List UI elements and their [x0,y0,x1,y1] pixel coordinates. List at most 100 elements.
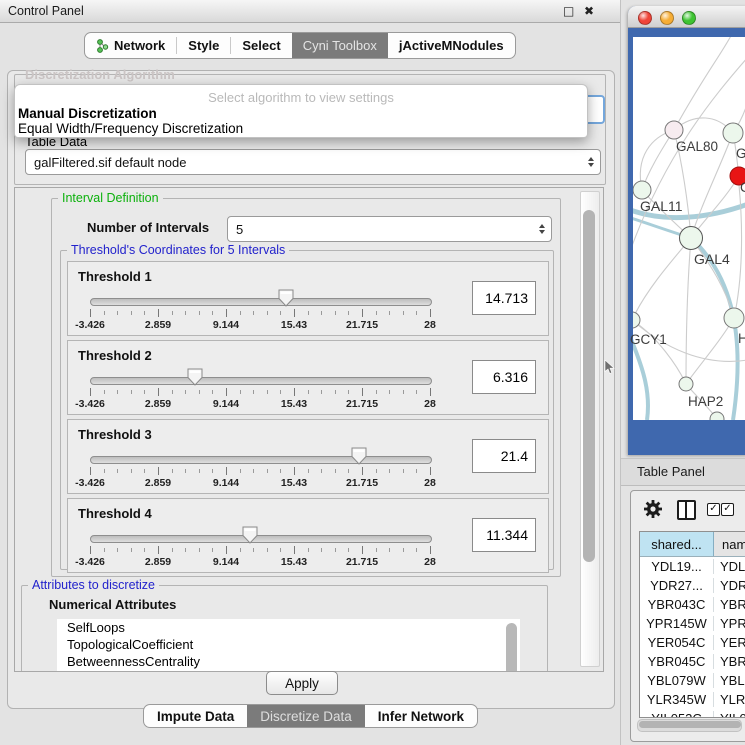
cell-shared-name[interactable]: YER054C [640,635,714,650]
table-row[interactable]: YBL079W YBL0 [640,671,745,690]
checkbox-checked-icon[interactable]: ✓ [721,503,734,516]
settings-scrollbar-track[interactable] [580,191,600,667]
threshold-value-field[interactable] [472,281,536,315]
node-label-gal11[interactable]: GAL11 [640,198,683,214]
table-row[interactable]: YLR345W YLR3 [640,690,745,709]
attribute-items: SelfLoopsTopologicalCoefficientBetweenne… [57,619,520,670]
column-header-shared-name[interactable]: shared... [640,532,714,556]
tab-style[interactable]: Style [177,33,230,58]
table-panel-window: ✓ ✓ shared... name YDL19... YDL1 YDR27..… [630,490,745,742]
table-row[interactable]: YER054C YER0 [640,633,745,652]
slider-ticks [90,546,430,555]
cell-shared-name[interactable]: YPR145W [640,616,714,631]
checkbox-checked-icon[interactable]: ✓ [707,503,720,516]
combo-stepper-icon[interactable] [533,224,551,234]
table-body: YDL19... YDL1 YDR27... YDR2 YBR043C YBR0… [640,557,745,718]
close-icon[interactable]: ✖ [584,4,594,18]
cell-shared-name[interactable]: YIL052C [640,711,714,718]
node-label-partial-h[interactable]: H [738,331,745,346]
tab-discretize-data[interactable]: Discretize Data [247,705,365,727]
panel-splitter[interactable] [620,0,621,745]
cell-shared-name[interactable]: YLR345W [640,692,714,707]
slider-track[interactable] [90,377,432,385]
slider-thumb-icon[interactable] [242,526,258,544]
cell-shared-name[interactable]: YBL079W [640,673,714,688]
tab-infer-network-label: Infer Network [378,709,464,724]
slider-thumb-icon[interactable] [351,447,367,465]
close-light-icon[interactable] [638,11,652,25]
cell-name[interactable]: YPR1 [714,616,745,631]
zoom-light-icon[interactable] [682,11,696,25]
threshold-slider[interactable]: -3.4262.8599.14415.4321.71528 [90,450,430,490]
node-attribute-table[interactable]: shared... name YDL19... YDL1 YDR27... YD… [639,531,745,718]
apply-button[interactable]: Apply [266,671,338,695]
slider-thumb-icon[interactable] [187,368,203,386]
cell-name[interactable]: YDL1 [714,559,745,574]
cell-name[interactable]: YBL0 [714,673,745,688]
algorithm-option-equal-width[interactable]: Equal Width/Frequency Discretization [18,121,243,136]
column-header-name[interactable]: name [714,532,745,556]
tab-cyni-toolbox[interactable]: Cyni Toolbox [292,33,388,58]
slider-track[interactable] [90,535,432,543]
cell-shared-name[interactable]: YBR043C [640,597,714,612]
algorithm-option-manual[interactable]: Manual Discretization [18,106,157,121]
cell-name[interactable]: YIL0 [714,711,745,718]
table-row[interactable]: YIL052C YIL0 [640,709,745,718]
threshold-value-field[interactable] [472,360,536,394]
threshold-value-field[interactable] [472,439,536,473]
numerical-attributes-list[interactable]: SelfLoopsTopologicalCoefficientBetweenne… [57,619,520,672]
cell-shared-name[interactable]: YDR27... [640,578,714,593]
node-label-partial-c[interactable]: C [740,180,745,195]
table-data-combobox[interactable]: galFiltered.sif default node [25,149,601,175]
cell-name[interactable]: YER0 [714,635,745,650]
node-label-partial-g[interactable]: G [736,146,745,161]
node-label-gal4[interactable]: GAL4 [694,251,730,267]
table-hscrollbar-thumb[interactable] [639,721,741,728]
table-hscrollbar-track[interactable] [637,719,742,732]
table-row[interactable]: YDR27... YDR2 [640,576,745,595]
tab-network[interactable]: Network [85,33,176,58]
table-row[interactable]: YDL19... YDL1 [640,557,745,576]
table-row[interactable]: YPR145W YPR1 [640,614,745,633]
threshold-value-field[interactable] [472,518,536,552]
minimize-light-icon[interactable] [660,11,674,25]
slider-track[interactable] [90,456,432,464]
network-canvas[interactable] [633,37,745,420]
cell-shared-name[interactable]: YBR045C [640,654,714,669]
attribute-list-scrollbar[interactable] [506,623,517,672]
threshold-slider[interactable]: -3.4262.8599.14415.4321.71528 [90,371,430,411]
cell-name[interactable]: YBR0 [714,597,745,612]
tab-impute-data[interactable]: Impute Data [144,705,247,727]
threshold-slider[interactable]: -3.4262.8599.14415.4321.71528 [90,529,430,569]
threshold-panel: Threshold 3 -3.4262.8599.14415.4321.7152… [67,419,549,494]
threshold-coordinates-title: Threshold's Coordinates for 5 Intervals [67,243,289,257]
tab-jactivemnodules[interactable]: jActiveMNodules [388,33,515,58]
cell-shared-name[interactable]: YDL19... [640,559,714,574]
threshold-slider[interactable]: -3.4262.8599.14415.4321.71528 [90,292,430,332]
tab-infer-network[interactable]: Infer Network [365,705,477,727]
tab-select[interactable]: Select [231,33,291,58]
attribute-item[interactable]: BetweennessCentrality [57,653,520,670]
attribute-item[interactable]: SelfLoops [57,619,520,636]
combo-stepper-icon[interactable] [582,157,600,167]
settings-scrollbar-thumb[interactable] [583,210,595,562]
split-columns-icon[interactable] [677,500,696,520]
table-row[interactable]: YBR045C YBR0 [640,652,745,671]
attribute-item[interactable]: TopologicalCoefficient [57,636,520,653]
cell-name[interactable]: YDR2 [714,578,745,593]
network-window-titlebar[interactable] [628,6,745,28]
cell-name[interactable]: YLR3 [714,692,745,707]
apply-button-label: Apply [285,676,319,691]
node-label-hap2[interactable]: HAP2 [688,394,723,409]
cell-name[interactable]: YBR0 [714,654,745,669]
threshold-panel: Threshold 4 -3.4262.8599.14415.4321.7152… [67,498,549,573]
gear-icon[interactable] [643,499,663,524]
slider-tick-labels: -3.4262.8599.14415.4321.71528 [90,477,430,489]
float-window-icon[interactable]: □ [563,4,574,18]
number-of-intervals-combobox[interactable]: 5 [227,216,552,242]
slider-thumb-icon[interactable] [278,289,294,307]
node-label-gcy1[interactable]: GCY1 [630,332,667,347]
slider-track[interactable] [90,298,432,306]
table-row[interactable]: YBR043C YBR0 [640,595,745,614]
node-label-gal80[interactable]: GAL80 [676,139,718,154]
